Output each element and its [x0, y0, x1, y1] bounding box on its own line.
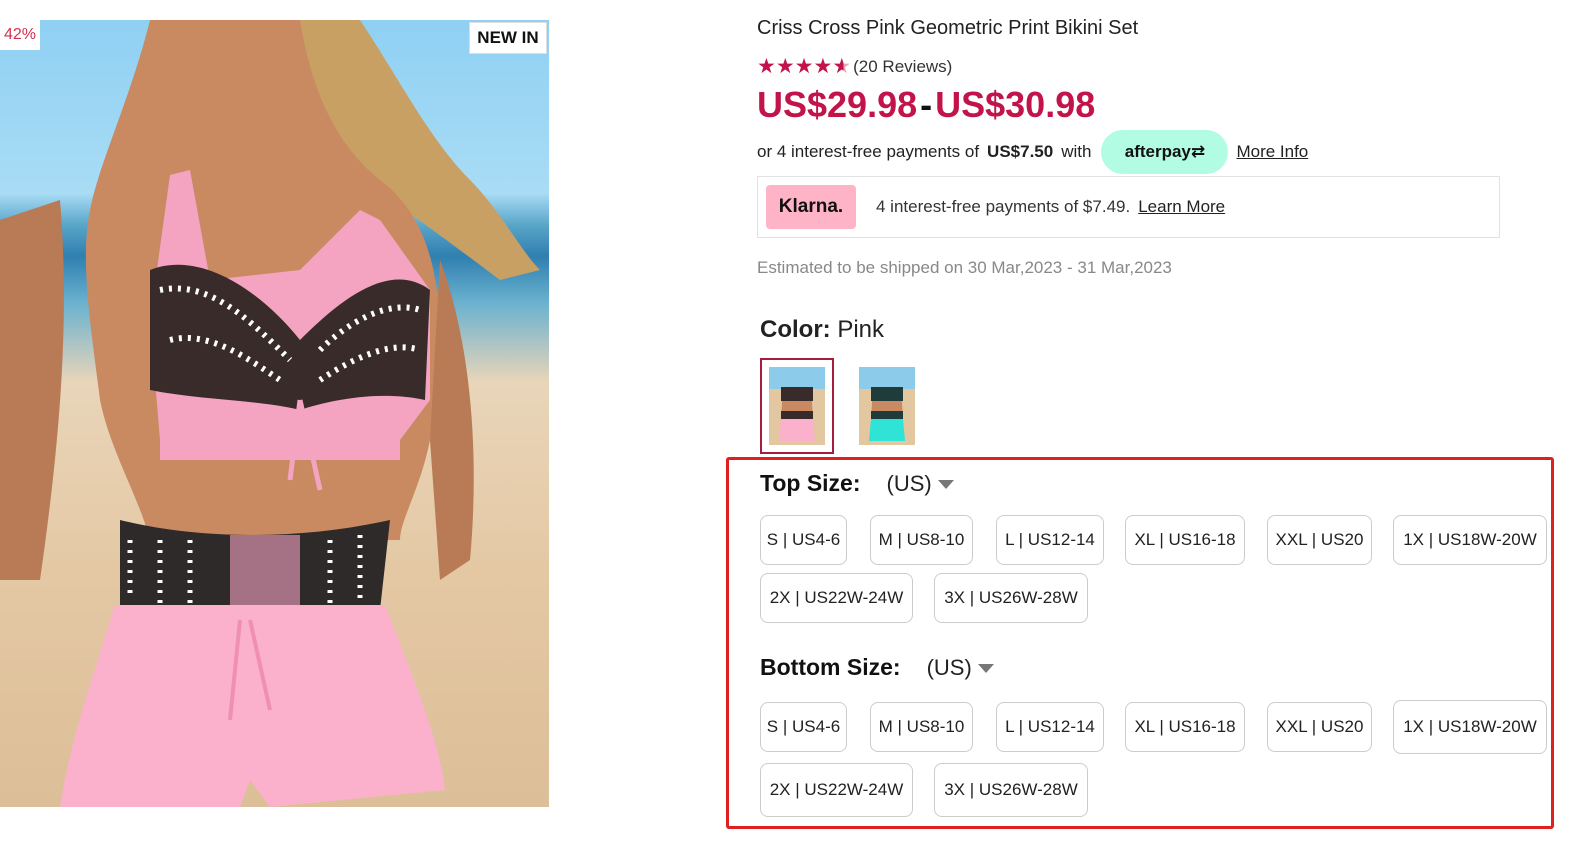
- color-swatches: [760, 358, 1557, 454]
- more-info-link[interactable]: More Info: [1236, 142, 1308, 162]
- bottom-size-option[interactable]: M | US8-10: [870, 702, 973, 752]
- swatch-image-pink: [769, 367, 825, 445]
- review-count-link[interactable]: (20 Reviews): [853, 57, 952, 77]
- star-icon: ★: [775, 55, 795, 78]
- top-size-unit: (US): [886, 470, 932, 496]
- top-size-option[interactable]: XXL | US20: [1267, 515, 1372, 565]
- rating-row[interactable]: ★ ★ ★ ★ ★ (20 Reviews): [757, 54, 1557, 80]
- bottom-size-label-row: Bottom Size: (US): [760, 654, 994, 681]
- star-icon: ★: [794, 55, 814, 78]
- bottom-size-option[interactable]: 1X | US18W-20W: [1393, 700, 1547, 754]
- bottom-size-option[interactable]: XL | US16-18: [1125, 702, 1245, 752]
- top-size-unit-dropdown[interactable]: (US): [887, 471, 954, 497]
- size-selection-highlight: Top Size: (US) S | US4-6 M | US8-10 L | …: [726, 457, 1554, 829]
- afterpay-with: with: [1061, 142, 1092, 161]
- product-main-image[interactable]: 42% NEW IN: [0, 20, 549, 807]
- top-size-option[interactable]: 2X | US22W-24W: [760, 573, 913, 623]
- klarna-box: Klarna. 4 interest-free payments of $7.4…: [757, 176, 1500, 238]
- afterpay-logo: afterpay⇄: [1101, 130, 1229, 174]
- bottom-size-unit-dropdown[interactable]: (US): [927, 655, 994, 681]
- price-low: US$29.98: [757, 84, 918, 125]
- color-swatch-pink[interactable]: [760, 358, 834, 454]
- bottom-size-option[interactable]: S | US4-6: [760, 702, 847, 752]
- top-size-label-row: Top Size: (US): [760, 470, 954, 497]
- caret-down-icon: [977, 664, 994, 673]
- learn-more-link[interactable]: Learn More: [1138, 197, 1225, 217]
- afterpay-prefix: or 4 interest-free payments of: [757, 142, 980, 161]
- top-size-option[interactable]: M | US8-10: [870, 515, 973, 565]
- color-label-row: Color: Pink: [760, 316, 1557, 346]
- price-separator: -: [920, 84, 933, 125]
- afterpay-amount: US$7.50: [987, 142, 1054, 161]
- product-details: Criss Cross Pink Geometric Print Bikini …: [757, 14, 1557, 454]
- color-swatch-turquoise[interactable]: [850, 358, 924, 454]
- klarna-text: 4 interest-free payments of $7.49.: [876, 197, 1131, 216]
- top-size-option[interactable]: 1X | US18W-20W: [1393, 515, 1547, 565]
- top-size-option[interactable]: XL | US16-18: [1125, 515, 1245, 565]
- shipping-estimate: Estimated to be shipped on 30 Mar,2023 -…: [757, 258, 1172, 277]
- bottom-size-option[interactable]: 2X | US22W-24W: [760, 763, 913, 817]
- top-size-option[interactable]: L | US12-14: [996, 515, 1104, 565]
- color-label: Color:: [760, 316, 831, 343]
- rating-stars: ★ ★ ★ ★ ★: [757, 56, 851, 78]
- caret-down-icon: [937, 480, 954, 489]
- model-illustration: [0, 20, 540, 807]
- product-title: Criss Cross Pink Geometric Print Bikini …: [757, 17, 1139, 39]
- star-icon: ★: [813, 55, 833, 78]
- color-value: Pink: [837, 316, 885, 343]
- bottom-size-label: Bottom Size:: [760, 654, 901, 680]
- klarna-logo: Klarna.: [766, 185, 856, 229]
- bottom-size-option[interactable]: L | US12-14: [996, 702, 1104, 752]
- bottom-size-option[interactable]: XXL | US20: [1267, 702, 1372, 752]
- bottom-size-unit: (US): [926, 654, 972, 680]
- swatch-image-turquoise: [859, 367, 915, 445]
- discount-badge: 42%: [0, 20, 40, 50]
- afterpay-row: or 4 interest-free payments of US$7.50 w…: [757, 130, 1557, 174]
- new-in-badge: NEW IN: [469, 22, 547, 54]
- price-range: US$29.98 - US$30.98: [757, 84, 1557, 126]
- bottom-size-option[interactable]: 3X | US26W-28W: [934, 763, 1088, 817]
- half-star-icon: ★: [832, 55, 852, 78]
- top-size-label: Top Size:: [760, 470, 861, 496]
- price-high: US$30.98: [935, 84, 1096, 125]
- top-size-option[interactable]: 3X | US26W-28W: [934, 573, 1088, 623]
- top-size-option[interactable]: S | US4-6: [760, 515, 847, 565]
- star-icon: ★: [757, 55, 776, 78]
